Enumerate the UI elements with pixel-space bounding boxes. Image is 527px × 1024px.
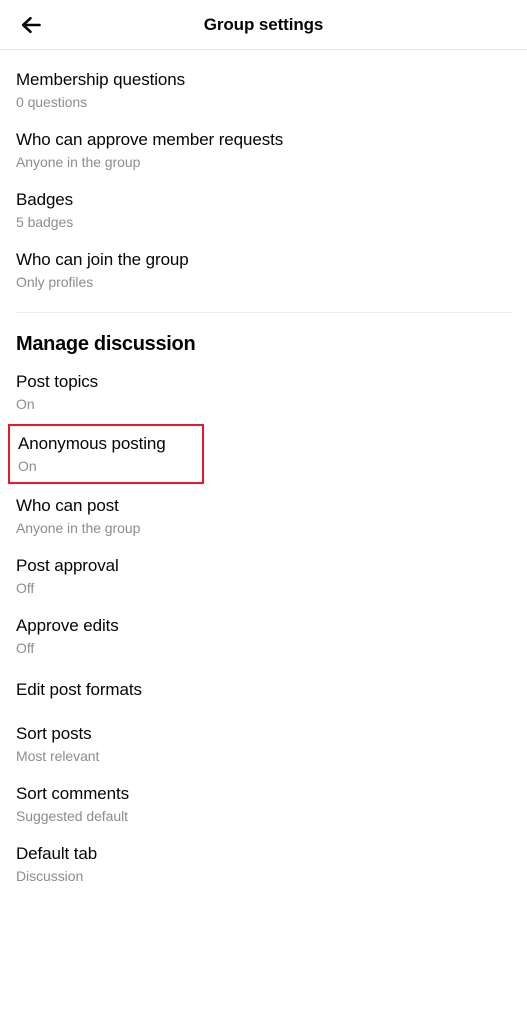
list-item-edit-post-formats[interactable]: Edit post formats xyxy=(0,666,527,714)
list-item-title: Sort posts xyxy=(16,724,92,743)
list-item-badges[interactable]: Badges 5 badges xyxy=(0,180,527,240)
list-item-subtitle: Discussion xyxy=(16,868,84,884)
settings-section-manage-discussion: Manage discussion Post topics On Anonymo… xyxy=(0,325,527,894)
list-item-title: Who can approve member requests xyxy=(16,130,284,149)
list-item-default-tab[interactable]: Default tab Discussion xyxy=(0,834,527,894)
list-item-title: Sort comments xyxy=(16,784,130,803)
list-item-subtitle: Only profiles xyxy=(16,274,94,290)
list-item-post-approval[interactable]: Post approval Off xyxy=(0,546,527,606)
list-item-subtitle: On xyxy=(16,396,35,412)
list-item-subtitle: Off xyxy=(16,580,35,596)
settings-section-membership: Membership questions 0 questions Who can… xyxy=(0,60,527,300)
list-item-subtitle: Anyone in the group xyxy=(16,520,141,536)
list-item-title: Edit post formats xyxy=(16,680,142,699)
list-item-membership-questions[interactable]: Membership questions 0 questions xyxy=(0,60,527,120)
list-item-title: Post topics xyxy=(16,372,99,391)
section-heading-manage-discussion: Manage discussion xyxy=(16,333,196,355)
list-item-title: Membership questions xyxy=(16,70,186,89)
section-divider xyxy=(16,312,512,313)
list-item-title: Who can post xyxy=(16,496,119,515)
settings-list: Membership questions 0 questions Who can… xyxy=(0,50,527,894)
list-item-title: Post approval xyxy=(16,556,119,575)
list-item-who-can-approve-member-requests[interactable]: Who can approve member requests Anyone i… xyxy=(0,120,527,180)
list-item-subtitle: 0 questions xyxy=(16,94,88,110)
list-item-title: Anonymous posting xyxy=(18,434,166,453)
back-button[interactable] xyxy=(12,5,52,45)
highlighted-row-wrapper: Anonymous posting On xyxy=(0,422,527,486)
list-item-approve-edits[interactable]: Approve edits Off xyxy=(0,606,527,666)
list-item-subtitle: 5 badges xyxy=(16,214,74,230)
list-item-subtitle: Off xyxy=(16,640,35,656)
list-item-title: Who can join the group xyxy=(16,250,189,269)
list-item-subtitle: Anyone in the group xyxy=(16,154,141,170)
arrow-left-icon xyxy=(20,15,44,35)
list-item-subtitle: On xyxy=(18,458,37,474)
list-item-title: Badges xyxy=(16,190,74,209)
list-item-anonymous-posting[interactable]: Anonymous posting On xyxy=(8,424,204,484)
list-item-who-can-join-the-group[interactable]: Who can join the group Only profiles xyxy=(0,240,527,300)
list-item-title: Default tab xyxy=(16,844,98,863)
list-item-post-topics[interactable]: Post topics On xyxy=(0,362,527,422)
list-item-title: Approve edits xyxy=(16,616,119,635)
list-item-sort-posts[interactable]: Sort posts Most relevant xyxy=(0,714,527,774)
page-title: Group settings xyxy=(203,14,324,34)
list-item-subtitle: Suggested default xyxy=(16,808,129,824)
list-item-subtitle: Most relevant xyxy=(16,748,100,764)
list-item-sort-comments[interactable]: Sort comments Suggested default xyxy=(0,774,527,834)
list-item-who-can-post[interactable]: Who can post Anyone in the group xyxy=(0,486,527,546)
app-header: Group settings xyxy=(0,0,527,50)
